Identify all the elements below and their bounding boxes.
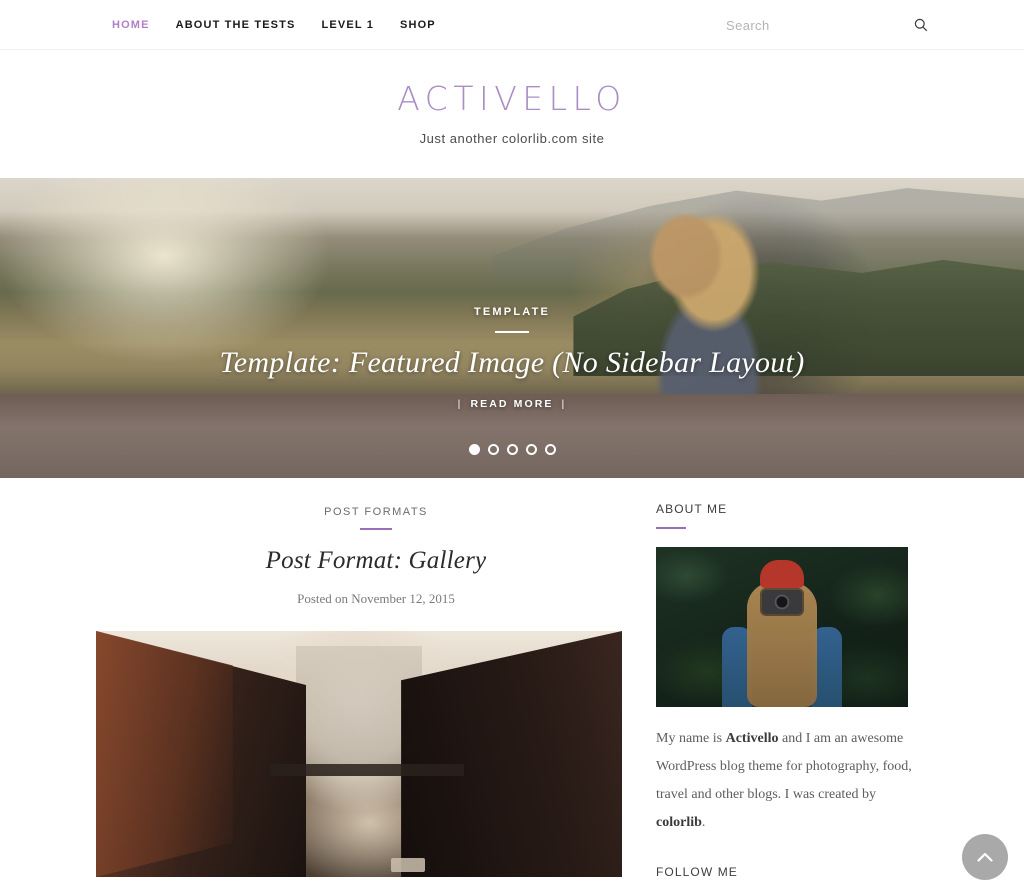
top-navigation-bar: HOME ABOUT THE TESTS LEVEL 1 SHOP	[0, 0, 1024, 50]
chevron-up-icon	[977, 852, 993, 862]
hero-read-more-left-bar: |	[457, 397, 463, 410]
post-meta-prefix: Posted on	[297, 591, 349, 606]
photo-camera	[762, 590, 802, 615]
site-description: Just another colorlib.com site	[419, 131, 605, 146]
nav-item-home[interactable]: HOME	[112, 19, 150, 31]
post-category-label[interactable]: POST FORMATS	[96, 506, 656, 518]
back-to-top-button[interactable]	[962, 834, 1008, 880]
nav-item-level-1[interactable]: LEVEL 1	[322, 19, 374, 31]
about-theme-name: Activello	[725, 731, 779, 746]
sidebar: ABOUT ME My name is Activello and I am a…	[656, 478, 928, 890]
about-me-text: My name is Activello and I am an awesome…	[656, 725, 928, 837]
hero-caption: TEMPLATE Template: Featured Image (No Si…	[0, 306, 1024, 412]
search-icon	[914, 18, 928, 32]
hero-read-more-right-bar: |	[561, 397, 567, 410]
hero-title[interactable]: Template: Featured Image (No Sidebar Lay…	[0, 345, 1024, 382]
post-title[interactable]: Post Format: Gallery	[96, 547, 656, 575]
post-category-divider	[360, 528, 392, 530]
hero-category[interactable]: TEMPLATE	[0, 306, 1024, 318]
hero-read-more-button[interactable]: | READ MORE |	[450, 398, 575, 410]
about-me-divider	[656, 527, 686, 529]
site-title[interactable]: ACTIVELLO	[397, 82, 626, 115]
hero-dot-4[interactable]	[525, 444, 537, 455]
photo-red-beanie	[760, 559, 804, 588]
hero-dot-2[interactable]	[487, 444, 499, 455]
search-input[interactable]	[726, 17, 846, 33]
about-text-part-1: My name is	[656, 731, 726, 746]
content-wrapper: POST FORMATS Post Format: Gallery Posted…	[0, 478, 1024, 890]
follow-me-title: FOLLOW ME	[656, 865, 738, 879]
about-text-part-3: .	[701, 815, 706, 830]
canal-left-brick-facade	[96, 631, 233, 877]
hero-divider	[495, 331, 529, 333]
hero-read-more-label: READ MORE	[470, 397, 554, 410]
about-colorlib-link[interactable]: colorlib	[656, 815, 702, 830]
hero-dot-5[interactable]	[544, 444, 556, 455]
primary-nav: HOME ABOUT THE TESTS LEVEL 1 SHOP	[112, 19, 436, 31]
about-me-title: ABOUT ME	[656, 502, 728, 516]
hero-dot-1[interactable]	[468, 444, 480, 455]
site-branding: ACTIVELLO Just another colorlib.com site	[0, 50, 1024, 178]
about-me-photo	[656, 547, 908, 707]
canal-boat	[390, 858, 425, 873]
widget-follow-me: FOLLOW ME	[656, 865, 928, 890]
search-area	[726, 0, 928, 50]
nav-item-shop[interactable]: SHOP	[400, 19, 436, 31]
canal-bridge	[269, 763, 465, 777]
post-featured-image[interactable]	[96, 631, 622, 877]
nav-item-about-the-tests[interactable]: ABOUT THE TESTS	[176, 19, 296, 31]
hero-pagination-dots	[0, 444, 1024, 455]
search-submit-button[interactable]	[914, 18, 928, 32]
hero-dot-3[interactable]	[506, 444, 518, 455]
hero-slider: TEMPLATE Template: Featured Image (No Si…	[0, 178, 1024, 478]
widget-about-me: ABOUT ME My name is Activello and I am a…	[656, 502, 928, 837]
post-meta: Posted on November 12, 2015	[96, 591, 656, 607]
main-content-column: POST FORMATS Post Format: Gallery Posted…	[96, 478, 656, 890]
post-date[interactable]: November 12, 2015	[351, 591, 455, 606]
